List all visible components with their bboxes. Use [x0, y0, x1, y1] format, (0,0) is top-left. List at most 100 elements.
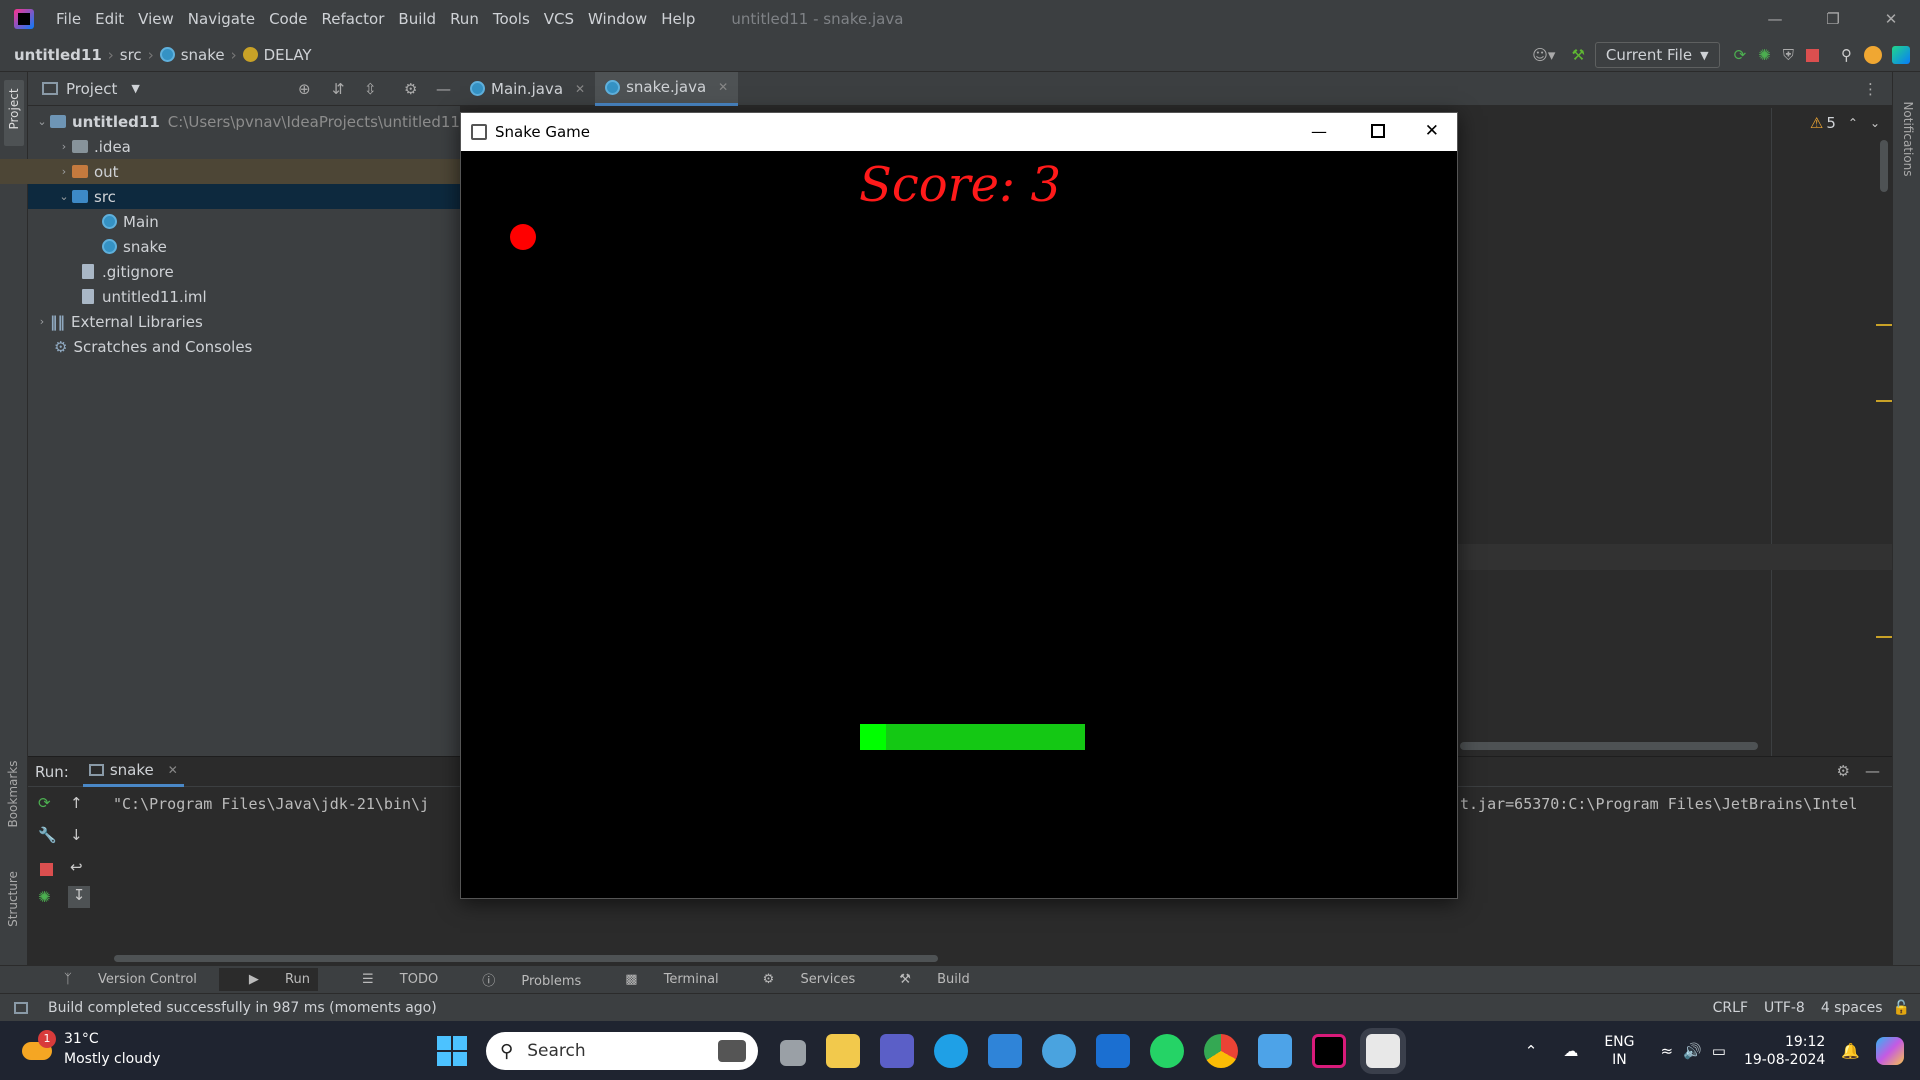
debug-icon[interactable]: ✺ — [38, 888, 51, 906]
chevron-down-icon[interactable]: ⌄ — [56, 190, 72, 203]
coverage-icon[interactable]: ⛨ — [1783, 46, 1794, 64]
menu-edit[interactable]: Edit — [95, 10, 124, 28]
copilot-icon[interactable] — [1876, 1036, 1904, 1065]
encoding-widget[interactable]: UTF-8 — [1764, 1000, 1805, 1016]
rerun-icon[interactable]: ⟳ — [1734, 46, 1747, 64]
close-tab-icon[interactable]: ✕ — [575, 82, 585, 96]
tool-services[interactable]: ⚙ Services — [741, 972, 856, 987]
tree-row-idea[interactable]: › .idea — [28, 134, 460, 159]
breadcrumb-snake[interactable]: snake — [181, 46, 225, 64]
chevron-down-icon[interactable]: ⌄ — [34, 115, 50, 128]
app-icon[interactable] — [1096, 1034, 1130, 1068]
plugin-icon[interactable] — [1892, 46, 1910, 64]
tool-version-control[interactable]: ᛉ Version Control — [42, 972, 197, 987]
close-tab-icon[interactable]: ✕ — [718, 80, 728, 94]
chrome-icon[interactable] — [1204, 1034, 1238, 1068]
python-icon[interactable] — [1042, 1034, 1076, 1068]
menu-build[interactable]: Build — [398, 10, 436, 28]
rerun-icon[interactable]: ⟳ — [38, 794, 51, 812]
tool-problems[interactable]: ⓘ Problems — [460, 970, 581, 989]
notifications-tool-label[interactable]: Notifications — [1901, 94, 1915, 184]
clock[interactable]: 19:12 19-08-2024 — [1744, 1033, 1825, 1069]
notepad-icon[interactable] — [1258, 1034, 1292, 1068]
chevron-right-icon[interactable]: › — [34, 315, 50, 328]
close-tab-icon[interactable]: ✕ — [168, 763, 178, 777]
task-view-icon[interactable] — [780, 1040, 806, 1066]
intellij-taskbar-icon[interactable] — [1312, 1034, 1346, 1068]
menu-help[interactable]: Help — [661, 10, 695, 28]
hide-icon[interactable]: — — [436, 80, 451, 98]
next-highlight-icon[interactable]: ⌄ — [1870, 116, 1880, 130]
restore-icon[interactable]: ❐ — [1804, 10, 1862, 28]
tree-row-out[interactable]: › out — [0, 159, 460, 184]
tab-main-java[interactable]: Main.java ✕ — [460, 72, 595, 106]
weather-widget[interactable]: 1 31°C Mostly cloudy — [20, 1029, 160, 1069]
menu-view[interactable]: View — [138, 10, 174, 28]
game-minimize-icon[interactable]: — — [1311, 122, 1327, 141]
project-panel-title[interactable]: Project — [66, 80, 117, 98]
game-maximize-icon[interactable] — [1371, 124, 1385, 138]
debug-icon[interactable]: ✺ — [1758, 46, 1771, 64]
breadcrumb-delay[interactable]: DELAY — [264, 46, 312, 64]
tree-row-snake[interactable]: snake — [28, 234, 460, 259]
chevron-down-icon[interactable]: ▼ — [131, 82, 139, 95]
tool-terminal[interactable]: ▩ Terminal — [603, 972, 718, 987]
minimize-icon[interactable]: — — [1746, 10, 1804, 28]
java-app-icon[interactable] — [1366, 1034, 1400, 1068]
gear-icon[interactable]: ⚙ — [404, 80, 417, 98]
lock-icon[interactable]: 🔓 — [1893, 1000, 1910, 1016]
hammer-icon[interactable]: ⚒ — [1571, 46, 1584, 64]
game-close-icon[interactable]: ✕ — [1425, 121, 1439, 141]
menu-code[interactable]: Code — [269, 10, 307, 28]
close-icon[interactable]: ✕ — [1862, 10, 1920, 28]
menu-file[interactable]: File — [56, 10, 81, 28]
battery-icon[interactable]: ▭ — [1712, 1042, 1726, 1060]
onedrive-icon[interactable]: ☁ — [1563, 1042, 1578, 1060]
search-icon[interactable]: ⚲ — [1841, 46, 1852, 64]
hide-icon[interactable]: — — [1865, 762, 1880, 780]
menu-window[interactable]: Window — [588, 10, 647, 28]
breadcrumb-src[interactable]: src — [120, 46, 142, 64]
chevron-up-icon[interactable]: ⌃ — [1525, 1042, 1538, 1060]
previous-highlight-icon[interactable]: ⌃ — [1848, 116, 1858, 130]
volume-icon[interactable]: 🔊 — [1683, 1042, 1702, 1060]
update-icon[interactable] — [1864, 46, 1882, 64]
windows-start-icon[interactable] — [437, 1036, 467, 1066]
line-ending-widget[interactable]: CRLF — [1713, 1000, 1748, 1016]
tree-row-external-libraries[interactable]: › ‖‖ External Libraries — [28, 309, 460, 334]
inspection-widget[interactable]: ⚠ 5 ⌃ ⌄ — [1810, 114, 1880, 132]
stop-icon[interactable] — [1806, 48, 1819, 62]
wifi-icon[interactable]: ≈ — [1660, 1042, 1673, 1060]
indent-widget[interactable]: 4 spaces — [1821, 1000, 1883, 1016]
wrench-icon[interactable]: 🔧 — [38, 826, 57, 844]
notification-bell-icon[interactable]: 🔔 — [1841, 1042, 1860, 1060]
tool-build[interactable]: ⚒ Build — [877, 972, 969, 987]
tree-row-main[interactable]: Main — [28, 209, 460, 234]
menu-navigate[interactable]: Navigate — [188, 10, 255, 28]
tree-row-root[interactable]: ⌄ untitled11 C:\Users\pvnav\IdeaProjects… — [28, 109, 460, 134]
intellij-logo-icon[interactable] — [14, 9, 34, 29]
scroll-up-icon[interactable]: ↑ — [70, 794, 83, 812]
breadcrumb-project[interactable]: untitled11 — [14, 46, 102, 64]
bookmarks-tool-label[interactable]: Bookmarks — [6, 759, 20, 829]
tool-todo[interactable]: ☰ TODO — [340, 972, 438, 987]
structure-tool-label[interactable]: Structure — [6, 864, 20, 934]
gear-icon[interactable]: ⚙ — [1837, 762, 1850, 780]
tool-run[interactable]: ▶ Run — [218, 968, 318, 991]
status-message[interactable]: Build completed successfully in 987 ms (… — [48, 1000, 437, 1016]
language-indicator[interactable]: ENG IN — [1604, 1033, 1634, 1069]
user-icon[interactable]: ☺▾ — [1532, 46, 1555, 64]
expand-all-icon[interactable]: ⇵ — [332, 80, 345, 98]
console-scrollbar-thumb[interactable] — [114, 955, 938, 962]
tree-row-gitignore[interactable]: .gitignore — [28, 259, 460, 284]
taskbar-search[interactable]: ⚲ Search — [486, 1032, 758, 1070]
menu-tools[interactable]: Tools — [493, 10, 530, 28]
tab-snake-java[interactable]: snake.java ✕ — [595, 71, 739, 106]
menu-vcs[interactable]: VCS — [544, 10, 574, 28]
more-tabs-icon[interactable]: ⋮ — [1863, 80, 1878, 98]
locate-icon[interactable]: ⊕ — [298, 80, 311, 98]
chevron-right-icon[interactable]: › — [56, 140, 72, 153]
scroll-to-end-icon[interactable]: ↧ — [68, 886, 90, 908]
horizontal-scrollbar-thumb[interactable] — [1460, 742, 1758, 750]
run-tab-snake[interactable]: snake ✕ — [82, 757, 184, 787]
